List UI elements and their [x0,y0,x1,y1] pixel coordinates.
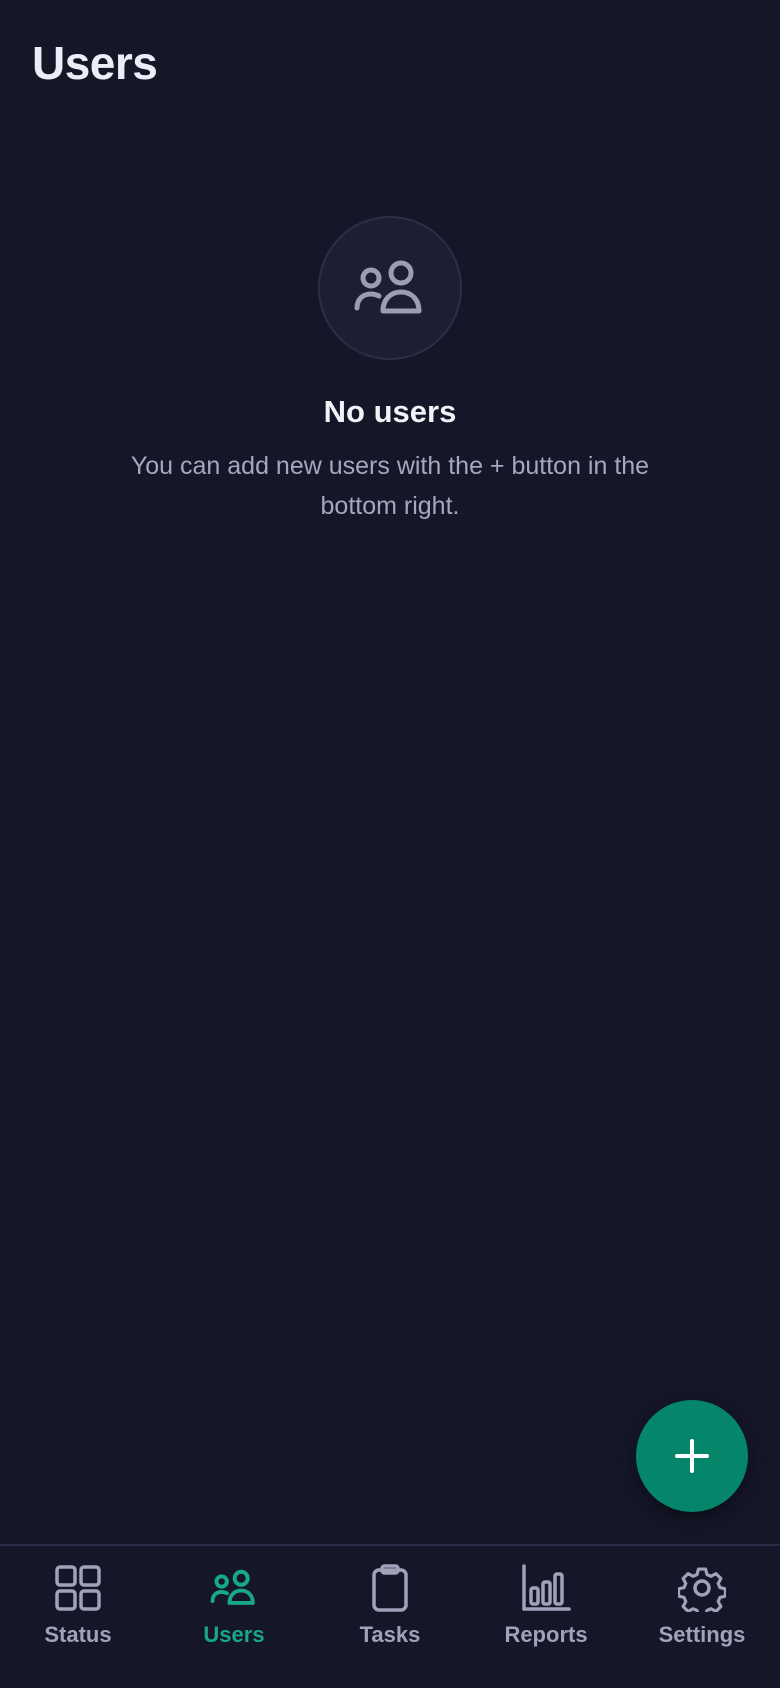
empty-state-icon-circle [318,216,462,360]
nav-label-reports: Reports [504,1622,588,1647]
page-title: Users [32,37,158,89]
gear-icon [678,1567,726,1612]
users-icon [354,260,422,314]
clipboard-icon [372,1564,408,1612]
nav-label-status: Status [44,1622,112,1647]
nav-item-tasks[interactable]: Tasks [312,1546,468,1688]
nav-item-status[interactable]: Status [0,1546,156,1688]
add-user-button[interactable] [636,1400,748,1512]
users-icon [210,1569,255,1605]
nav-item-settings[interactable]: Settings [624,1546,780,1688]
empty-state: No users You can add new users with the … [0,216,780,526]
nav-label-tasks: Tasks [359,1622,421,1647]
empty-state-title: No users [323,394,457,429]
nav-label-settings: Settings [658,1622,746,1647]
app-screen: Users No users You can add new users wit… [0,0,780,1688]
grid-icon [55,1565,101,1611]
nav-label-users: Users [203,1622,265,1647]
nav-item-reports[interactable]: Reports [468,1546,624,1688]
bottom-nav: Status Users Tasks Reports Settings [0,1544,780,1688]
bar-chart-icon [522,1564,571,1611]
nav-item-users[interactable]: Users [156,1546,312,1688]
empty-state-description: You can add new users with the + button … [130,452,650,520]
plus-icon [675,1439,709,1473]
